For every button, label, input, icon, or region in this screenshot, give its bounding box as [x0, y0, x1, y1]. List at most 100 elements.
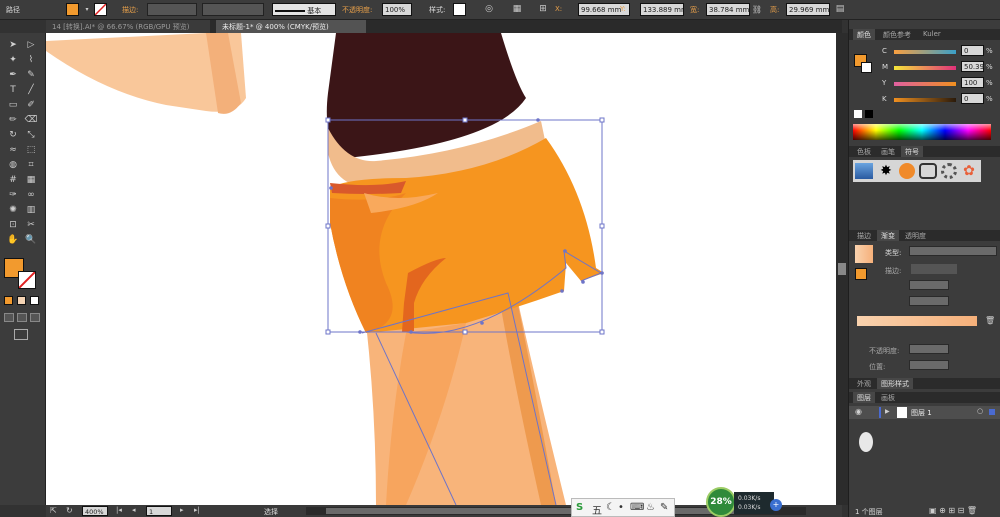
gradient-angle-dropdown[interactable] [909, 280, 949, 290]
slice-tool[interactable]: ✂ [24, 219, 38, 232]
none-mode-icon[interactable] [30, 296, 39, 305]
gradient-opacity-dropdown[interactable] [909, 344, 949, 354]
magenta-slider[interactable]: M 50.39 % [849, 61, 1000, 75]
vertical-scrollbar[interactable] [836, 33, 848, 505]
tab-graphic-styles[interactable]: 图形样式 [877, 378, 913, 389]
tab-gradient[interactable]: 渐变 [877, 230, 899, 241]
symbol-dot-ring[interactable] [941, 163, 957, 179]
gradient-stroke-buttons[interactable] [911, 264, 957, 274]
stroke-weight-dropdown[interactable] [147, 3, 197, 16]
tab-artboards[interactable]: 画板 [877, 392, 899, 403]
vertical-scroll-thumb[interactable] [838, 263, 846, 275]
free-transform-tool[interactable]: ⬚ [24, 144, 38, 157]
zoom-field[interactable]: 400% [82, 506, 108, 516]
stroke-swatch[interactable] [94, 3, 107, 16]
gradient-aspect-dropdown[interactable] [909, 296, 949, 306]
tab-color[interactable]: 颜色 [853, 29, 875, 40]
warp-tool[interactable]: ≈ [6, 144, 20, 157]
symbol-ink-splash[interactable]: ✸ [877, 163, 895, 179]
layer-row[interactable]: ◉ ▶ 图层 1 ○ [849, 406, 1000, 419]
symbol-blue-banner[interactable] [855, 163, 873, 179]
tab-document-2[interactable]: 未标题-1* @ 400% (CMYK/预览) [216, 20, 366, 33]
color-spectrum-bar[interactable] [853, 124, 991, 140]
target-circle-icon[interactable]: ○ [977, 407, 983, 415]
opacity-field[interactable]: 100% [382, 3, 412, 16]
pencil-tool[interactable]: ✏ [6, 114, 20, 127]
tab-layers[interactable]: 图层 [853, 392, 875, 403]
direct-selection-tool[interactable]: ▷ [24, 39, 38, 52]
rotate-view-icon[interactable]: ↻ [66, 506, 73, 515]
previous-artboard-icon[interactable]: ◂ [132, 506, 136, 514]
cyan-slider[interactable]: C 0 % [849, 45, 1000, 59]
symbol-flower[interactable]: ✿ [961, 163, 977, 179]
draw-inside-icon[interactable] [30, 313, 40, 322]
column-graph-tool[interactable]: ▥ [24, 204, 38, 217]
black-field[interactable]: 0 [961, 93, 984, 104]
line-tool[interactable]: ╱ [24, 84, 38, 97]
ime-mode-label[interactable]: 五 [592, 502, 602, 517]
layer-name[interactable]: 图层 1 [911, 408, 932, 418]
black-slider[interactable]: K 0 % [849, 93, 1000, 107]
black-slider-bar[interactable] [894, 98, 956, 102]
pen-tool[interactable]: ✒ [6, 69, 20, 82]
network-meter[interactable]: 28% [706, 487, 736, 517]
tab-color-guide[interactable]: 颜色参考 [879, 29, 915, 40]
variable-width-dropdown[interactable] [202, 3, 264, 16]
delete-stop-icon[interactable]: 🗑 [985, 316, 995, 325]
stroke-profile-dropdown[interactable]: 基本 [272, 3, 336, 16]
gradient-preview-swatch[interactable] [855, 245, 873, 263]
none-color-swatch[interactable] [854, 110, 862, 118]
tab-brushes[interactable]: 画笔 [877, 146, 899, 157]
settings-wrench-icon[interactable]: ✎ [660, 502, 668, 513]
hand-tool[interactable]: ✋ [6, 234, 20, 247]
height-field[interactable]: 29.969 mm [786, 3, 830, 16]
magenta-slider-bar[interactable] [894, 66, 956, 70]
magic-wand-tool[interactable]: ✦ [6, 54, 20, 67]
stroke-color-swatch[interactable] [18, 271, 36, 289]
magenta-field[interactable]: 50.39 [961, 61, 984, 72]
skin-icon[interactable]: ♨ [646, 502, 655, 513]
shape-options-icon[interactable]: ▤ [833, 3, 847, 16]
last-artboard-icon[interactable]: ▸| [194, 506, 200, 514]
gradient-type-dropdown[interactable] [909, 246, 997, 256]
tab-kuler[interactable]: Kuler [919, 29, 945, 40]
color-mode-icon[interactable] [4, 296, 13, 305]
symbol-sprayer-tool[interactable]: ✺ [6, 204, 20, 217]
recolor-artwork-icon[interactable]: ◎ [482, 3, 496, 16]
lasso-tool[interactable]: ⌇ [24, 54, 38, 67]
width-field[interactable]: 38.784 mm [706, 3, 750, 16]
rotate-tool[interactable]: ↻ [6, 129, 20, 142]
perspective-tool[interactable]: ⌗ [24, 159, 38, 172]
screen-mode-icon[interactable] [14, 329, 28, 340]
selection-indicator[interactable] [989, 409, 995, 415]
align-icon[interactable]: ▦ [510, 3, 524, 16]
paintbrush-tool[interactable]: ✐ [24, 99, 38, 112]
scale-tool[interactable]: ⤡ [24, 129, 38, 142]
gradient-position-dropdown[interactable] [909, 360, 949, 370]
symbol-orange-circle[interactable] [899, 163, 915, 179]
selection-tool[interactable]: ➤ [6, 39, 20, 52]
yellow-field[interactable]: 100 [961, 77, 984, 88]
graphic-style-swatch[interactable] [453, 3, 466, 16]
type-tool[interactable]: T [6, 84, 20, 97]
zoom-tool[interactable]: 🔍 [24, 234, 38, 247]
blend-tool[interactable]: ∞ [24, 189, 38, 202]
next-artboard-icon[interactable]: ▸ [180, 506, 184, 514]
gradient-fill-swatch[interactable] [855, 268, 867, 280]
eraser-tool[interactable]: ⌫ [24, 114, 38, 127]
punctuation-icon[interactable]: • [618, 502, 624, 513]
tab-swatches[interactable]: 色板 [853, 146, 875, 157]
artboard-navigator-icon[interactable]: ⇱ [50, 506, 57, 515]
shield-icon[interactable]: + [770, 499, 782, 511]
tab-symbols[interactable]: 符号 [901, 146, 923, 157]
tab-transparency[interactable]: 透明度 [901, 230, 930, 241]
eyedropper-tool[interactable]: ✑ [6, 189, 20, 202]
cyan-field[interactable]: 0 [961, 45, 984, 56]
fill-swatch[interactable] [66, 3, 79, 16]
fill-dropdown-icon[interactable]: ▾ [80, 3, 94, 16]
yellow-slider[interactable]: Y 100 % [849, 77, 1000, 91]
horizontal-scroll-thumb[interactable] [326, 508, 746, 514]
artboard-tool[interactable]: ⊡ [6, 219, 20, 232]
black-color-swatch[interactable] [865, 110, 873, 118]
expand-triangle-icon[interactable]: ▶ [885, 408, 890, 415]
